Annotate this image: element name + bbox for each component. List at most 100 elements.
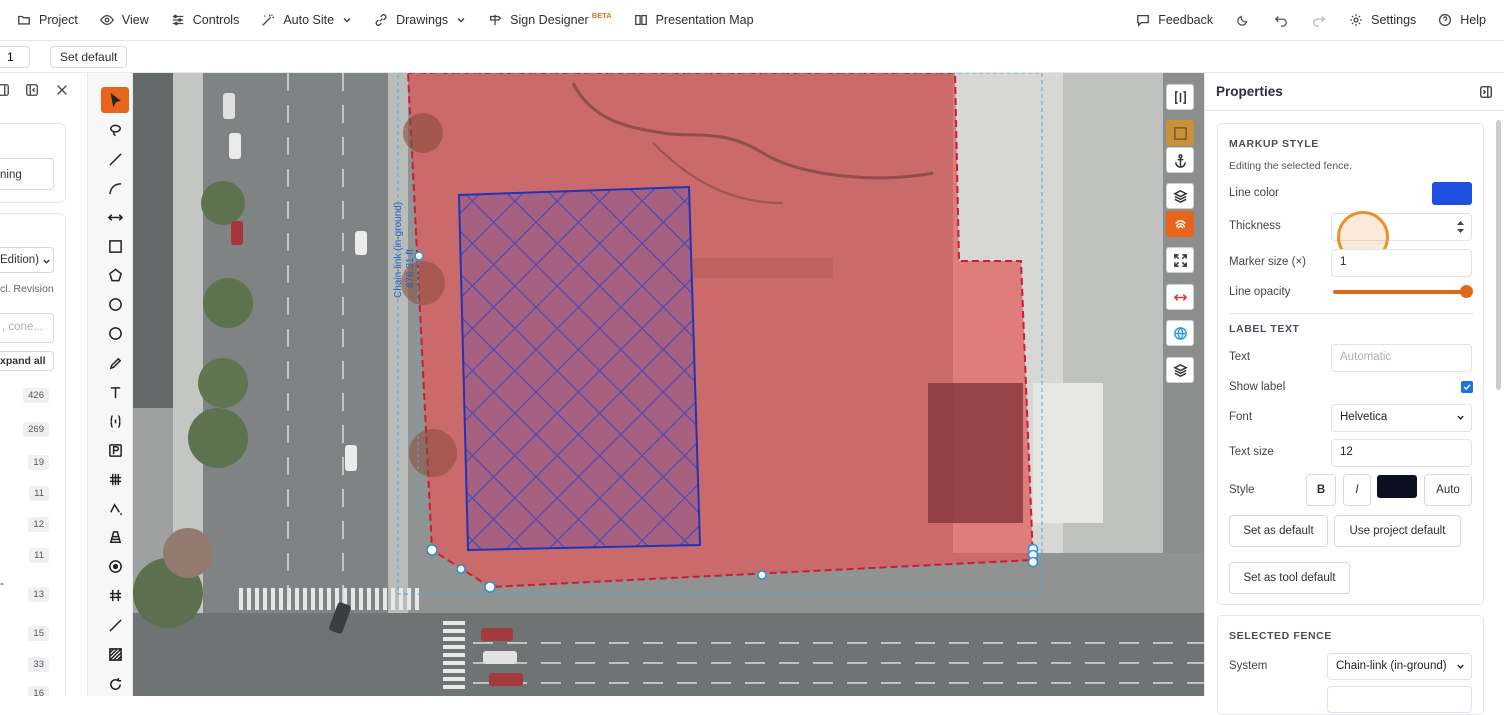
thickness-label: Thickness bbox=[1229, 220, 1281, 232]
search-placeholder: , cone... bbox=[2, 321, 43, 333]
line-opacity-slider-thumb[interactable] bbox=[1460, 285, 1473, 298]
page-number-input[interactable] bbox=[0, 46, 30, 68]
menu-controls[interactable]: Controls bbox=[160, 0, 251, 41]
moon-icon bbox=[1237, 15, 1248, 26]
settings-button[interactable]: Settings bbox=[1338, 0, 1427, 41]
map-canvas[interactable]: Chain-link (in-ground) 876.31 ft bbox=[133, 73, 1204, 696]
line-color-swatch[interactable] bbox=[1432, 182, 1472, 205]
dimension-tool[interactable] bbox=[101, 408, 129, 434]
text-label: Text bbox=[1229, 351, 1251, 363]
ellipse-tool[interactable] bbox=[101, 320, 129, 346]
cone-tool[interactable] bbox=[101, 524, 129, 550]
book-icon bbox=[634, 14, 647, 26]
text-size-input[interactable]: 12 bbox=[1331, 439, 1472, 467]
properties-panel: Properties MARKUP STYLE Editing the sele… bbox=[1204, 73, 1504, 715]
striped-line-tool[interactable] bbox=[101, 612, 129, 638]
rotate-icon bbox=[109, 677, 121, 690]
hatch-tool[interactable] bbox=[101, 641, 129, 667]
set-default-button[interactable]: Set default bbox=[50, 46, 128, 68]
panel-layout-icon[interactable] bbox=[0, 83, 12, 99]
chevron-down-icon bbox=[457, 17, 465, 23]
layer-count: 19 bbox=[28, 455, 49, 470]
font-select[interactable]: Helvetica bbox=[1331, 404, 1472, 432]
measure-tool[interactable] bbox=[101, 204, 129, 230]
pentagon-icon bbox=[108, 267, 122, 281]
menu-auto-site[interactable]: Auto Site bbox=[250, 0, 363, 41]
fit-view-button[interactable] bbox=[1166, 247, 1194, 273]
traffic-cone-icon bbox=[109, 530, 121, 543]
bracket-icon bbox=[109, 414, 121, 428]
menu-drawings[interactable]: Drawings bbox=[363, 0, 477, 41]
secondary-toolbar: Set default bbox=[0, 41, 1504, 73]
layers-button[interactable] bbox=[1166, 183, 1194, 209]
gear-icon bbox=[1350, 14, 1362, 26]
stepper-arrows-icon[interactable] bbox=[1456, 219, 1465, 235]
marker-size-input[interactable]: 1 bbox=[1331, 249, 1472, 277]
fence-secondary-field[interactable] bbox=[1327, 686, 1472, 713]
markup-style-subtitle: Editing the selected fence. bbox=[1229, 160, 1353, 172]
globe-icon bbox=[1173, 326, 1187, 340]
menu-view[interactable]: View bbox=[89, 0, 160, 41]
target-tool[interactable] bbox=[101, 553, 129, 579]
line-color-label: Line color bbox=[1229, 187, 1279, 199]
select-tool[interactable] bbox=[101, 87, 129, 113]
undo-button[interactable] bbox=[1262, 0, 1300, 41]
menu-presentation-map[interactable]: Presentation Map bbox=[623, 0, 765, 41]
arc-tool[interactable] bbox=[101, 175, 129, 201]
system-select[interactable]: Chain-link (in-ground) bbox=[1327, 653, 1472, 680]
selected-fence-card: SELECTED FENCE System Chain-link (in-gro… bbox=[1217, 615, 1484, 715]
close-icon[interactable] bbox=[55, 83, 71, 99]
vertex-tool[interactable] bbox=[101, 495, 129, 521]
set-as-default-button[interactable]: Set as default bbox=[1229, 515, 1328, 547]
lasso-tool[interactable] bbox=[101, 117, 129, 143]
polygon-tool[interactable] bbox=[101, 262, 129, 288]
menu-right-group: Feedback Settings Help bbox=[1125, 0, 1504, 41]
label-text-title: LABEL TEXT bbox=[1229, 323, 1300, 335]
show-label-checkbox[interactable] bbox=[1461, 381, 1473, 393]
scale-button[interactable] bbox=[1166, 284, 1194, 310]
stack-layers-button[interactable] bbox=[1166, 357, 1194, 383]
auto-color-button[interactable]: Auto bbox=[1424, 474, 1472, 506]
grid-tool[interactable] bbox=[101, 466, 129, 492]
menu-project[interactable]: Project bbox=[6, 0, 89, 41]
line-opacity-slider-track[interactable] bbox=[1333, 290, 1467, 294]
chevron-down-icon bbox=[1457, 415, 1464, 420]
collapse-panel-icon[interactable] bbox=[25, 83, 41, 99]
settings-label: Settings bbox=[1371, 13, 1417, 27]
set-as-tool-default-button[interactable]: Set as tool default bbox=[1229, 562, 1350, 594]
map-drawing: Chain-link (in-ground) 876.31 ft bbox=[133, 73, 1204, 696]
split-view-button[interactable] bbox=[1166, 84, 1194, 110]
snap-button[interactable] bbox=[1166, 211, 1194, 237]
line-tool[interactable] bbox=[101, 146, 129, 172]
bold-button[interactable]: B bbox=[1306, 474, 1336, 506]
italic-button[interactable]: I bbox=[1343, 474, 1371, 506]
cursor-icon bbox=[110, 92, 121, 108]
pencil-tool[interactable] bbox=[101, 350, 129, 376]
basemap-thumbnail-button[interactable] bbox=[1166, 120, 1194, 146]
fence-length-label: 876.31 ft bbox=[405, 249, 416, 288]
use-project-default-button[interactable]: Use project default bbox=[1334, 515, 1461, 547]
left-panel-header bbox=[0, 83, 87, 103]
help-label: Help bbox=[1460, 13, 1486, 27]
redo-button[interactable] bbox=[1300, 0, 1338, 41]
collapse-panel-icon[interactable] bbox=[1479, 85, 1493, 99]
label-text-input[interactable]: Automatic bbox=[1331, 344, 1472, 372]
feedback-button[interactable]: Feedback bbox=[1125, 0, 1224, 41]
text-tool[interactable] bbox=[101, 379, 129, 405]
circle-icon bbox=[108, 297, 122, 311]
message-square-icon bbox=[1137, 14, 1150, 27]
globe-button[interactable] bbox=[1166, 320, 1194, 346]
dark-mode-button[interactable] bbox=[1224, 0, 1262, 41]
rectangle-tool[interactable] bbox=[101, 233, 129, 259]
menu-sign-designer[interactable]: Sign Designer BETA bbox=[477, 0, 622, 41]
help-button[interactable]: Help bbox=[1427, 0, 1504, 41]
rail-tool[interactable] bbox=[101, 582, 129, 608]
circle-tool[interactable] bbox=[101, 291, 129, 317]
menu-sign-designer-label: Sign Designer bbox=[510, 13, 589, 27]
rail-icon bbox=[109, 589, 121, 601]
anchor-button[interactable] bbox=[1166, 147, 1194, 173]
text-color-swatch[interactable] bbox=[1377, 475, 1417, 498]
rotate-tool[interactable] bbox=[101, 671, 129, 697]
parking-tool[interactable] bbox=[101, 437, 129, 463]
properties-scrollbar[interactable] bbox=[1496, 120, 1501, 390]
